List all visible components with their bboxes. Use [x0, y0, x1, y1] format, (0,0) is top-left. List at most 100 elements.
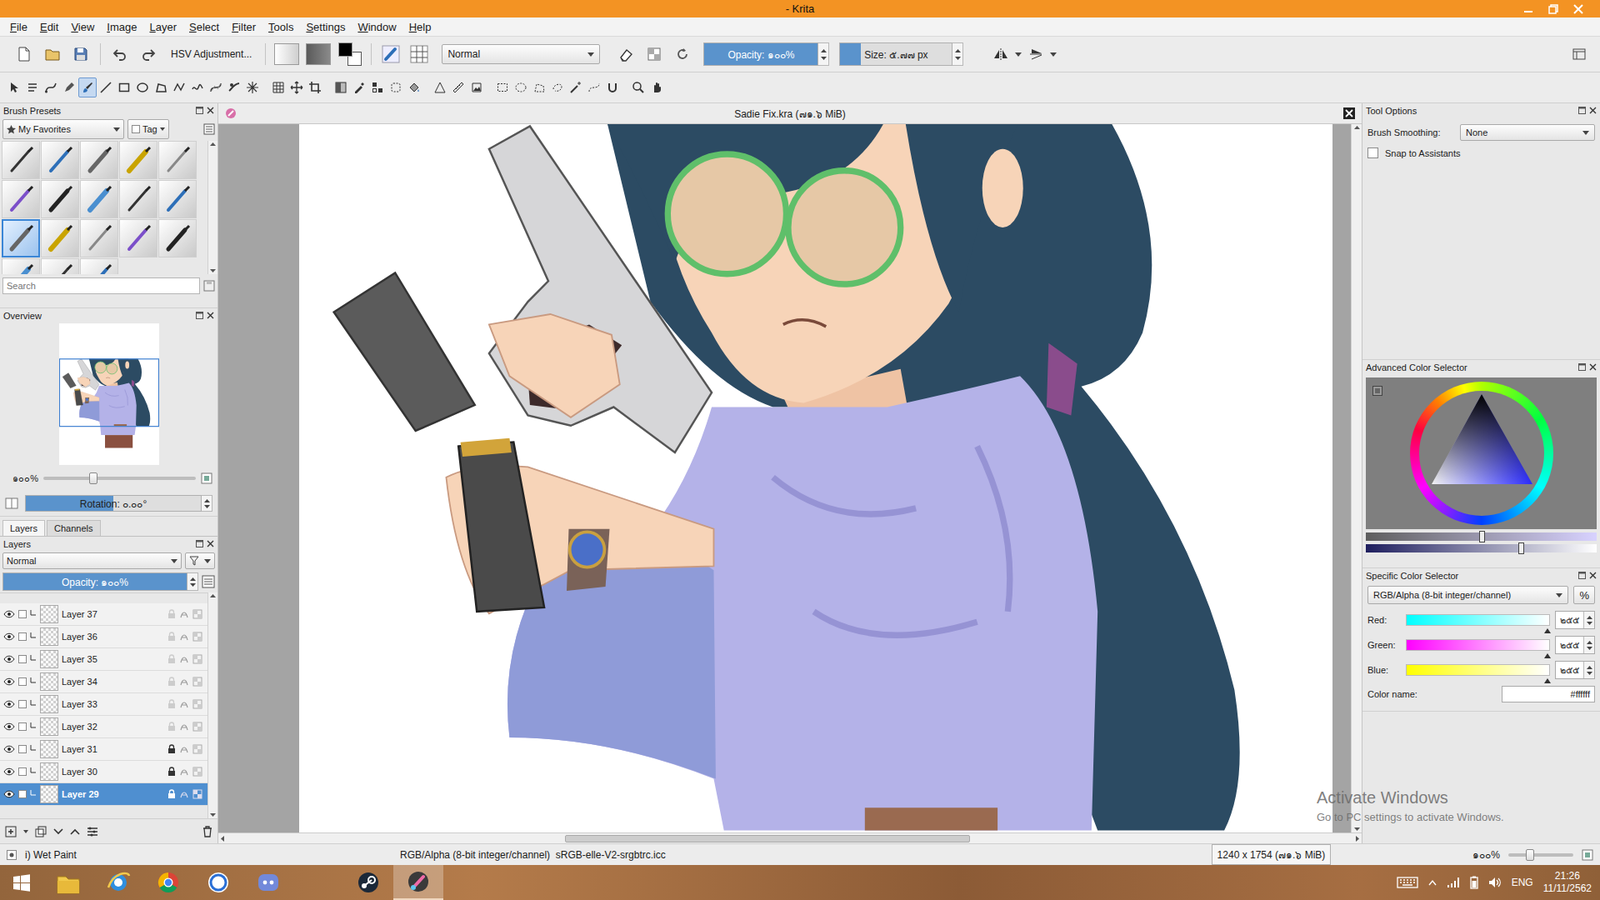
brush-preset[interactable]	[40, 258, 80, 275]
brush-preset[interactable]	[80, 180, 119, 219]
menu-item[interactable]: Help	[402, 19, 438, 35]
layer-row[interactable]: Layer 30	[0, 760, 208, 784]
zoom-handle[interactable]	[1525, 849, 1535, 861]
taskbar-app[interactable]	[143, 865, 194, 900]
inherit-alpha-icon[interactable]	[192, 676, 203, 687]
channel-handle[interactable]	[1544, 625, 1551, 630]
menu-item[interactable]: Tools	[261, 19, 300, 35]
taskbar-app[interactable]	[343, 865, 394, 900]
eye-open-icon[interactable]	[3, 700, 15, 709]
tool-button[interactable]	[405, 77, 424, 98]
lock-toggle[interactable]	[167, 631, 176, 642]
scroll-down-icon[interactable]	[210, 813, 216, 817]
spin-down-icon[interactable]	[1586, 621, 1593, 625]
menu-item[interactable]: Select	[182, 19, 225, 35]
snap-label[interactable]: Snap to Assistants	[1385, 148, 1461, 159]
pattern-swatch[interactable]	[305, 43, 331, 65]
layer-filter-dropdown[interactable]	[185, 552, 215, 570]
color-name-field[interactable]: #ffffff	[1501, 685, 1595, 703]
eye-open-icon[interactable]	[3, 790, 15, 799]
layer-row[interactable]: Layer 37	[0, 603, 208, 626]
mirror-horizontal-button[interactable]	[986, 40, 1015, 68]
channel-slider[interactable]	[1405, 614, 1550, 626]
pattern-button[interactable]	[405, 40, 434, 68]
tool-button[interactable]	[430, 77, 450, 98]
tool-button[interactable]	[269, 77, 288, 98]
close-icon[interactable]	[206, 311, 215, 320]
opacity-slider[interactable]: Opacity: ๑๐๐%	[703, 42, 819, 66]
mirror-view-icon[interactable]	[5, 497, 19, 510]
spin-down-icon[interactable]	[204, 505, 210, 509]
scrollbar[interactable]	[207, 592, 218, 819]
brush-preset[interactable]	[119, 219, 158, 258]
layer-row[interactable]: Layer 32	[0, 715, 208, 739]
scroll-up-icon[interactable]	[1354, 125, 1360, 130]
add-layer-icon[interactable]	[5, 825, 17, 838]
alpha-lock-icon[interactable]	[179, 789, 190, 800]
status-zoom-slider[interactable]	[1508, 853, 1574, 857]
lock-toggle[interactable]	[167, 744, 176, 755]
alpha-lock-icon[interactable]	[179, 631, 190, 642]
spin-buttons[interactable]	[952, 42, 964, 66]
spin-up-icon[interactable]	[1586, 615, 1593, 620]
lock-toggle[interactable]	[167, 699, 176, 710]
battery-icon[interactable]	[1470, 875, 1479, 890]
clock[interactable]: 21:2611/11/2562	[1543, 870, 1592, 895]
tool-button[interactable]	[115, 77, 134, 98]
undo-button[interactable]	[105, 40, 135, 68]
inherit-alpha-icon[interactable]	[192, 744, 203, 755]
tool-button[interactable]	[170, 77, 189, 98]
brush-preset[interactable]	[119, 140, 158, 180]
taskbar-app[interactable]	[193, 865, 244, 900]
inherit-alpha-icon[interactable]	[192, 631, 203, 642]
eraser-button[interactable]	[611, 40, 640, 68]
close-icon[interactable]	[206, 540, 215, 548]
alpha-lock-icon[interactable]	[179, 676, 190, 687]
preset-search[interactable]	[2, 277, 200, 295]
size-slider[interactable]: Size: ๕.๗๗ px	[839, 42, 953, 66]
document-tab[interactable]: Sadie Fix.kra (๗๑.๖ MiB)	[218, 103, 1362, 125]
color-slider[interactable]	[1365, 544, 1597, 553]
show-hidden-icon[interactable]	[1428, 879, 1437, 886]
spin-up-icon[interactable]	[190, 577, 196, 581]
menu-item[interactable]: Window	[350, 19, 402, 35]
overview-thumbnail[interactable]	[59, 323, 160, 465]
brush-preset[interactable]	[1, 219, 40, 258]
layer-name[interactable]: Layer 31	[61, 744, 165, 755]
channel-value[interactable]: ๒๕๕	[1555, 661, 1584, 679]
layer-row[interactable]: Layer 36	[0, 625, 208, 649]
layer-select-box[interactable]	[18, 677, 27, 686]
vertical-scrollbar[interactable]	[1350, 124, 1362, 833]
layer-row[interactable]: Layer 35	[0, 648, 208, 671]
layer-row[interactable]: Layer 31	[0, 738, 208, 761]
color-triangle[interactable]	[1410, 381, 1554, 525]
signal-icon[interactable]	[1446, 876, 1460, 889]
lock-toggle[interactable]	[167, 654, 176, 665]
menu-item[interactable]: Edit	[33, 19, 65, 35]
tool-button[interactable]	[60, 77, 79, 98]
percent-button[interactable]: %	[1573, 585, 1595, 605]
menu-item[interactable]: File	[3, 19, 34, 35]
float-icon[interactable]	[1578, 571, 1586, 580]
tool-button[interactable]	[225, 77, 244, 98]
spin-down-icon[interactable]	[820, 56, 827, 60]
tool-button[interactable]	[41, 77, 60, 98]
close-icon[interactable]	[1589, 571, 1597, 580]
channel-handle[interactable]	[1544, 650, 1551, 655]
channel-handle[interactable]	[1544, 675, 1551, 680]
slider-handle[interactable]	[1518, 542, 1525, 555]
float-icon[interactable]	[1578, 106, 1586, 115]
tool-button[interactable]	[78, 77, 97, 98]
brush-preset[interactable]	[158, 140, 197, 180]
alpha-lock-icon[interactable]	[179, 766, 190, 777]
color-slider[interactable]	[1365, 532, 1597, 541]
dockers-button[interactable]	[1565, 40, 1594, 68]
zoom-slider[interactable]	[43, 476, 196, 480]
minimize-icon[interactable]	[1523, 4, 1534, 15]
scrollbar[interactable]	[207, 140, 218, 275]
tool-button[interactable]	[449, 77, 468, 98]
scroll-down-icon[interactable]	[210, 269, 216, 273]
tool-button[interactable]	[603, 77, 622, 98]
redo-button[interactable]	[134, 40, 163, 68]
properties-icon[interactable]	[86, 825, 99, 838]
